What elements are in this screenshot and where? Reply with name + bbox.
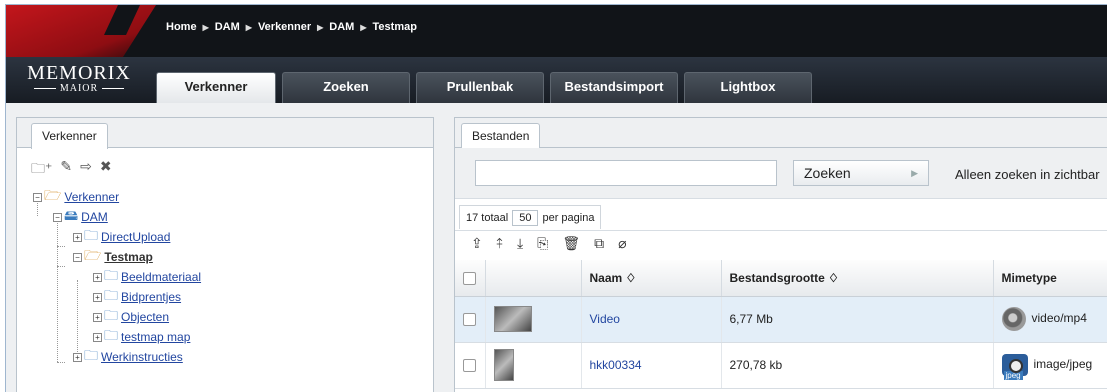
folder-open-icon: 🗁 — [44, 187, 62, 203]
files-table: Naam ♢ Bestandsgrootte ♢ Mimetype Video … — [455, 260, 1107, 389]
chevron-right-icon: ▶ — [911, 168, 918, 178]
expand-icon[interactable]: + — [93, 292, 102, 302]
explorer-panel: Verkenner 🗀⁺ ✎ ⇨ ✖ − 🗁 Verkenner − 🖴 DAM + 🗀 D… — [16, 117, 434, 392]
breadcrumb-verkenner[interactable]: Verkenner — [258, 21, 311, 33]
tree-node-testmap[interactable]: − 🗁 Testmap — [73, 247, 153, 266]
tree-node-testmap-map[interactable]: + 🗀 testmap map — [93, 327, 190, 346]
col-naam[interactable]: Naam ♢ — [581, 260, 722, 297]
folder-open-icon: 🗁 — [84, 247, 102, 263]
paperclip-icon[interactable]: ⌀ — [618, 235, 626, 260]
file-mimetype: video/mp4 — [1031, 311, 1087, 326]
files-panel: Bestanden Zoeken ▶ Alleen zoeken in zicht… — [454, 117, 1107, 392]
col-bestandsgrootte[interactable]: Bestandsgrootte ♢ — [721, 260, 994, 297]
drive-icon: 🖴 — [64, 207, 79, 223]
expand-icon[interactable]: + — [73, 352, 82, 362]
new-folder-icon[interactable]: 🗀⁺ — [31, 158, 52, 182]
tree-move-icon[interactable]: ⤉ — [497, 235, 503, 260]
download-icon[interactable]: ⤓ — [517, 235, 523, 260]
folder-icon: 🗀 — [104, 327, 118, 343]
tree-toolbar: 🗀⁺ ✎ ⇨ ✖ — [17, 148, 433, 182]
total-count: 17 totaal — [466, 211, 509, 224]
select-all-checkbox[interactable] — [463, 271, 476, 285]
search-input[interactable] — [475, 160, 777, 186]
panel-tab-bestanden[interactable]: Bestanden — [461, 123, 541, 149]
panel-tab-verkenner[interactable]: Verkenner — [31, 123, 108, 149]
search-button[interactable]: Zoeken ▶ — [793, 160, 929, 186]
jpeg-badge: jpeg — [1003, 371, 1023, 380]
breadcrumb-dam-2[interactable]: DAM — [329, 21, 354, 33]
expand-icon[interactable]: + — [93, 332, 102, 342]
breadcrumb: Home ▶ DAM ▶ Verkenner ▶ DAM ▶ Testmap — [166, 21, 417, 33]
trash-icon[interactable]: 🗑 — [562, 235, 580, 260]
expand-icon[interactable]: + — [93, 272, 102, 282]
file-name[interactable]: Video — [581, 296, 722, 343]
col-mimetype[interactable]: Mimetype — [993, 260, 1107, 297]
tree-node-verkenner[interactable]: − 🗁 Verkenner — [33, 187, 119, 206]
image-thumbnail[interactable] — [493, 349, 514, 381]
table-row[interactable]: Video 6,77 Mb video/mp4 — [455, 296, 1107, 343]
memorix-logo: MEMORIX MAIOR — [27, 62, 131, 94]
pager: 17 totaal 50 per pagina — [459, 205, 602, 229]
tab-verkenner[interactable]: Verkenner — [156, 72, 276, 103]
file-size: 270,78 kb — [721, 342, 994, 389]
tab-zoeken[interactable]: Zoeken — [282, 72, 410, 103]
move-folder-icon[interactable]: ⇨ — [80, 158, 92, 182]
app-frame: Home ▶ DAM ▶ Verkenner ▶ DAM ▶ Testmap MEMOR… — [5, 4, 1107, 392]
export-icon[interactable]: ⎘ — [537, 235, 548, 260]
folder-icon: 🗀 — [84, 347, 98, 363]
camera-icon: jpeg — [1001, 354, 1028, 380]
tab-lightbox[interactable]: Lightbox — [684, 72, 812, 103]
expand-icon[interactable]: + — [73, 232, 82, 242]
tree-node-dam[interactable]: − 🖴 DAM — [53, 207, 108, 226]
table-header: Naam ♢ Bestandsgrootte ♢ Mimetype — [455, 260, 1107, 297]
only-visible-label: Alleen zoeken in zichtbar — [955, 167, 1100, 182]
collapse-icon[interactable]: − — [73, 252, 82, 262]
file-toolbar: ⇪ ⤉ ⤓ ⎘ 🗑 ⧉ ⌀ — [455, 230, 1107, 260]
collapse-icon[interactable]: − — [33, 192, 42, 202]
tree-node-objecten[interactable]: + 🗀 Objecten — [93, 307, 169, 326]
collapse-icon[interactable]: − — [53, 212, 62, 222]
expand-icon[interactable]: + — [93, 312, 102, 322]
film-reel-icon — [1001, 307, 1026, 331]
search-row: Zoeken ▶ Alleen zoeken in zichtbar — [455, 148, 1107, 198]
row-checkbox[interactable] — [463, 359, 476, 373]
tree-node-werkinstructies[interactable]: + 🗀 Werkinstructies — [73, 347, 183, 366]
nav-bar: MEMORIX MAIOR Verkenner Zoeken Prullenba… — [6, 57, 1107, 103]
tree-node-bidprentjes[interactable]: + 🗀 Bidprentjes — [93, 287, 181, 306]
tab-bestandsimport[interactable]: Bestandsimport — [550, 72, 678, 103]
tree-node-directupload[interactable]: + 🗀 DirectUpload — [73, 227, 170, 246]
video-thumbnail[interactable] — [493, 306, 532, 332]
per-page-input[interactable]: 50 — [512, 209, 539, 226]
breadcrumb-dam[interactable]: DAM — [215, 21, 240, 33]
tab-prullenbak[interactable]: Prullenbak — [416, 72, 544, 103]
tree-node-beeldmateriaal[interactable]: + 🗀 Beeldmateriaal — [93, 267, 201, 286]
breadcrumb-testmap[interactable]: Testmap — [373, 21, 417, 33]
row-checkbox[interactable] — [463, 313, 476, 327]
file-name[interactable]: hkk00334 — [581, 342, 722, 389]
file-size: 6,77 Mb — [721, 296, 994, 343]
edit-folder-icon[interactable]: ✎ — [60, 158, 72, 182]
copy-icon[interactable]: ⧉ — [594, 235, 604, 260]
file-mimetype: image/jpeg — [1033, 357, 1093, 372]
top-bar: Home ▶ DAM ▶ Verkenner ▶ DAM ▶ Testmap — [6, 5, 1107, 57]
upload-icon[interactable]: ⇪ — [471, 235, 483, 260]
delete-folder-icon[interactable]: ✖ — [100, 158, 112, 182]
breadcrumb-home[interactable]: Home — [166, 21, 197, 33]
per-page-label: per pagina — [542, 211, 595, 224]
table-row[interactable]: hkk00334 270,78 kb jpeg image/jpeg — [455, 342, 1107, 389]
pager-row: 17 totaal 50 per pagina — [455, 198, 1107, 230]
